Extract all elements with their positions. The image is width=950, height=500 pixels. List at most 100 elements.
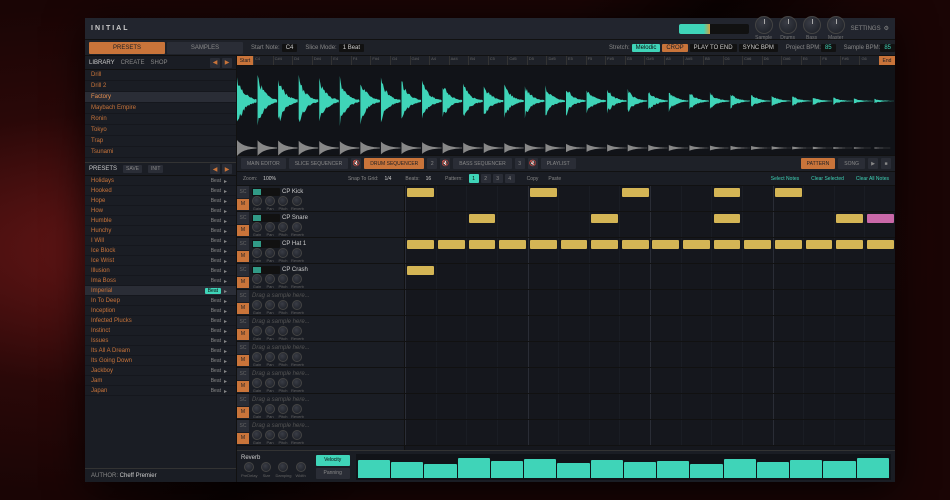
tab-presets[interactable]: PRESETS — [89, 42, 165, 54]
ruler-tick[interactable]: F#6 — [840, 56, 860, 65]
solo-button[interactable]: SC — [237, 186, 249, 199]
zoom-value[interactable]: 100% — [263, 176, 276, 182]
track-name[interactable]: Drag a sample here... — [252, 371, 401, 377]
velocity-bar[interactable] — [557, 463, 589, 477]
grid-cell[interactable] — [405, 368, 436, 393]
grid-cell[interactable] — [497, 368, 528, 393]
play-icon[interactable]: ▸ — [224, 268, 230, 274]
crop-button[interactable]: CROP — [662, 44, 687, 52]
select-notes-button[interactable]: Select Notes — [771, 176, 799, 182]
grid-cell[interactable] — [742, 420, 773, 445]
preset-item[interactable]: Ima BossBeat▸ — [85, 276, 236, 286]
grid-cell[interactable] — [466, 186, 497, 211]
track-knob-pitch[interactable] — [278, 378, 288, 388]
grid-cell[interactable] — [466, 420, 497, 445]
preset-item[interactable]: Its Going DownBeat▸ — [85, 356, 236, 366]
mute-button[interactable]: M — [237, 225, 249, 238]
solo-button[interactable]: SC — [237, 420, 249, 433]
grid-cell[interactable] — [405, 342, 436, 367]
track-knob-reverb[interactable] — [292, 300, 302, 310]
preset-item[interactable]: InceptionBeat▸ — [85, 306, 236, 316]
preset-item[interactable]: HolidaysBeat▸ — [85, 176, 236, 186]
grid-cell[interactable] — [619, 264, 650, 289]
ruler-start-marker[interactable]: Start — [237, 56, 253, 65]
grid-cell[interactable] — [436, 316, 467, 341]
create-tab[interactable]: CREATE — [121, 60, 145, 66]
solo-button[interactable]: SC — [237, 290, 249, 303]
note[interactable] — [591, 214, 618, 223]
ruler-tick[interactable]: D4 — [292, 56, 312, 65]
track-knob-reverb[interactable] — [292, 404, 302, 414]
grid-cell[interactable] — [681, 238, 712, 263]
track-knob-reverb[interactable] — [292, 430, 302, 440]
ruler-tick[interactable]: B4 — [468, 56, 488, 65]
track-knob-pitch[interactable] — [278, 300, 288, 310]
category-item[interactable]: Maybach Empire — [85, 103, 236, 114]
category-item[interactable]: Trap — [85, 136, 236, 147]
grid-cell[interactable] — [834, 290, 865, 315]
mute-button[interactable]: M — [237, 407, 249, 420]
play-icon[interactable]: ▸ — [224, 208, 230, 214]
grid-cell[interactable] — [497, 290, 528, 315]
solo-button[interactable]: SC — [237, 238, 249, 251]
velocity-bar[interactable] — [491, 461, 523, 478]
note[interactable] — [714, 188, 741, 197]
grid-cell[interactable] — [803, 420, 834, 445]
preset-item[interactable]: Ice WristBeat▸ — [85, 256, 236, 266]
grid-cell[interactable] — [803, 186, 834, 211]
grid-cell[interactable] — [773, 290, 804, 315]
velocity-bar[interactable] — [458, 458, 490, 478]
grid-cell[interactable] — [589, 316, 620, 341]
track-knob-pan[interactable] — [265, 378, 275, 388]
ruler-tick[interactable]: C5 — [488, 56, 508, 65]
velocity-tab[interactable]: Velocity — [316, 455, 350, 466]
grid-cell[interactable] — [589, 394, 620, 419]
grid-cell[interactable] — [864, 212, 895, 237]
track-knob-reverb[interactable] — [292, 378, 302, 388]
track-knob-gain[interactable] — [252, 404, 262, 414]
grid-cell[interactable] — [742, 368, 773, 393]
slice-mode-value[interactable]: 1 Beat — [339, 44, 364, 52]
solo-button[interactable]: SC — [237, 316, 249, 329]
master-knob-bass[interactable]: Bass — [803, 16, 821, 41]
ruler-tick[interactable]: C6 — [723, 56, 743, 65]
grid-cell[interactable] — [711, 420, 742, 445]
grid-cell[interactable] — [834, 420, 865, 445]
grid-cell[interactable] — [528, 212, 559, 237]
mute-button[interactable]: M — [237, 381, 249, 394]
grid-cell[interactable] — [773, 394, 804, 419]
grid-cell[interactable] — [589, 238, 620, 263]
panning-tab[interactable]: Panning — [316, 468, 350, 479]
velocity-bar[interactable] — [657, 461, 689, 478]
grid-cell[interactable] — [711, 368, 742, 393]
copy-button[interactable]: Copy — [527, 176, 539, 182]
mute-button[interactable]: M — [237, 277, 249, 290]
track-knob-reverb[interactable] — [292, 326, 302, 336]
grid-cell[interactable] — [558, 342, 589, 367]
grid-cell[interactable] — [558, 420, 589, 445]
grid-cell[interactable] — [558, 394, 589, 419]
velocity-bar[interactable] — [757, 462, 789, 477]
ruler-tick[interactable]: D#6 — [781, 56, 801, 65]
start-note-value[interactable]: C4 — [282, 44, 298, 52]
ruler-tick[interactable]: E5 — [566, 56, 586, 65]
grid-cell[interactable] — [711, 212, 742, 237]
grid-cell[interactable] — [650, 238, 681, 263]
grid-cell[interactable] — [834, 342, 865, 367]
grid-cell[interactable] — [589, 290, 620, 315]
ruler-tick[interactable]: A#4 — [449, 56, 469, 65]
grid-cell[interactable] — [466, 264, 497, 289]
grid-cell[interactable] — [742, 316, 773, 341]
ruler-tick[interactable]: E4 — [331, 56, 351, 65]
preset-item[interactable]: Ice BlockBeat▸ — [85, 246, 236, 256]
track-knob-pitch[interactable] — [278, 274, 288, 284]
note[interactable] — [775, 240, 802, 249]
track-name[interactable]: CP Crash — [282, 267, 401, 273]
grid-cell[interactable] — [864, 238, 895, 263]
play-icon[interactable]: ▸ — [224, 358, 230, 364]
grid-cell[interactable] — [803, 342, 834, 367]
grid-cell[interactable] — [466, 212, 497, 237]
grid-cell[interactable] — [803, 368, 834, 393]
master-knob-sample[interactable]: Sample — [755, 16, 773, 41]
track-name[interactable]: CP Hat 1 — [282, 241, 401, 247]
